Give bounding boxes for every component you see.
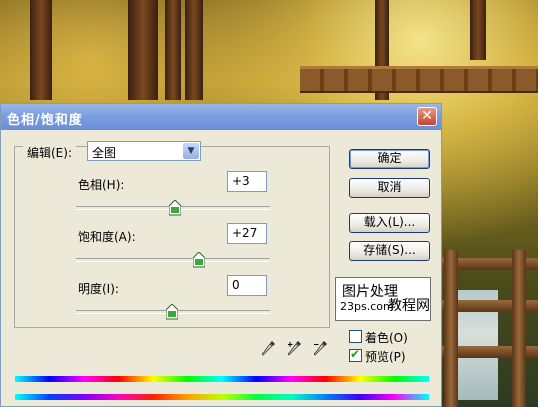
output-color-bar bbox=[15, 394, 429, 400]
railing-post bbox=[512, 250, 526, 407]
edit-select[interactable]: 全图 ▼ bbox=[87, 141, 201, 161]
tree-trunk bbox=[470, 0, 486, 60]
input-color-bar bbox=[15, 376, 429, 382]
hue-input[interactable]: +3 bbox=[227, 171, 267, 192]
saturation-slider-track[interactable] bbox=[76, 258, 270, 262]
tree-trunk bbox=[165, 0, 181, 100]
colorize-checkbox[interactable] bbox=[349, 330, 362, 343]
load-button[interactable]: 载入(L)... bbox=[349, 213, 430, 233]
tree-trunk bbox=[128, 0, 158, 100]
wooden-bridge bbox=[300, 66, 538, 93]
title-bar[interactable]: 色相/饱和度 ✕ bbox=[1, 104, 441, 130]
eyedropper-plus-icon[interactable] bbox=[288, 340, 302, 358]
saturation-slider-thumb[interactable] bbox=[193, 252, 205, 268]
edit-label: 编辑(E): bbox=[23, 144, 76, 161]
lightness-label: 明度(I): bbox=[78, 282, 119, 296]
save-button[interactable]: 存储(S)... bbox=[349, 241, 430, 261]
adjustment-group bbox=[14, 146, 330, 328]
dialog-title: 色相/饱和度 bbox=[7, 113, 83, 128]
preview-label[interactable]: 预览(P) bbox=[365, 348, 406, 365]
tree-trunk bbox=[30, 0, 52, 100]
eyedropper-icon[interactable] bbox=[262, 340, 276, 358]
watermark-line2: 23ps.com bbox=[340, 300, 394, 313]
cancel-button[interactable]: 取消 bbox=[349, 178, 430, 198]
hue-label: 色相(H): bbox=[78, 178, 125, 192]
saturation-label: 饱和度(A): bbox=[78, 230, 136, 244]
ok-button[interactable]: 确定 bbox=[349, 149, 430, 169]
edit-select-value: 全图 bbox=[92, 146, 117, 160]
watermark-line3: 教程网 bbox=[388, 298, 430, 314]
saturation-input[interactable]: +27 bbox=[227, 223, 267, 244]
eyedropper-minus-icon[interactable] bbox=[314, 340, 328, 358]
chevron-down-icon[interactable]: ▼ bbox=[183, 143, 199, 159]
railing-post bbox=[444, 250, 458, 407]
close-icon: ✕ bbox=[421, 108, 433, 124]
hue-slider-thumb[interactable] bbox=[169, 200, 181, 216]
watermark-logo: 图片处理 23ps.com 教程网 bbox=[335, 277, 431, 321]
preview-checkbox[interactable]: ✔ bbox=[349, 347, 362, 362]
hue-saturation-dialog: 色相/饱和度 ✕ 编辑(E): 全图 ▼ 色相(H): +3 饱和度(A): +… bbox=[0, 103, 442, 407]
lightness-slider-thumb[interactable] bbox=[166, 304, 178, 320]
close-button[interactable]: ✕ bbox=[417, 107, 437, 126]
colorize-label[interactable]: 着色(O) bbox=[365, 329, 408, 346]
check-mark-icon: ✔ bbox=[350, 347, 361, 361]
tree-trunk bbox=[185, 0, 203, 100]
lightness-input[interactable]: 0 bbox=[227, 275, 267, 296]
